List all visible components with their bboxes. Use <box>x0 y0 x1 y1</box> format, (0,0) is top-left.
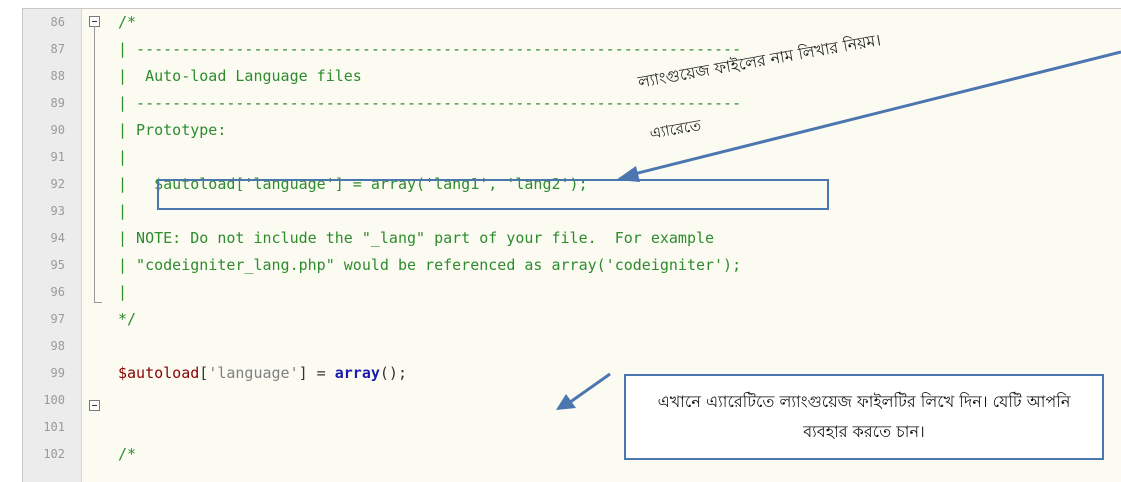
code-token: /* <box>118 445 137 463</box>
code-token: | <box>118 148 128 166</box>
line-number: 90 <box>50 123 65 137</box>
code-token: | NOTE: Do not include the "_lang" part … <box>118 229 715 247</box>
line-number: 88 <box>50 69 65 83</box>
line-number: 100 <box>43 393 65 407</box>
code-token: | <box>118 202 128 220</box>
code-token: [ <box>199 364 209 382</box>
code-line[interactable]: 96 | <box>23 280 1121 304</box>
line-number: 93 <box>50 204 65 218</box>
line-number: 91 <box>50 150 65 164</box>
code-text[interactable]: | <box>118 199 127 223</box>
code-text[interactable]: | <box>118 145 127 169</box>
code-line[interactable]: 98 <box>23 334 1121 358</box>
code-line[interactable]: 94 | NOTE: Do not include the "_lang" par… <box>23 226 1121 250</box>
line-number: 86 <box>50 15 65 29</box>
line-number: 87 <box>50 42 65 56</box>
code-text[interactable]: | "codeigniter_lang.php" would be refere… <box>118 253 741 277</box>
line-number: 94 <box>50 231 65 245</box>
fold-collapse-icon[interactable] <box>89 400 100 411</box>
code-text[interactable]: /* <box>118 442 136 466</box>
code-text[interactable]: | <box>118 280 127 304</box>
code-line[interactable]: 88 | Auto-load Language files <box>23 64 1121 88</box>
code-token: | <box>118 283 128 301</box>
line-number: 96 <box>50 285 65 299</box>
line-number: 97 <box>50 312 65 326</box>
code-token: /* <box>118 13 137 31</box>
line-number: 92 <box>50 177 65 191</box>
code-token: | "codeigniter_lang.php" would be refere… <box>118 256 742 274</box>
code-token: | Prototype: <box>118 121 227 139</box>
line-number: 95 <box>50 258 65 272</box>
line-number: 98 <box>50 339 65 353</box>
prototype-highlight-box <box>157 179 829 210</box>
code-token: (); <box>379 364 407 382</box>
usage-callout: এখানে এ্যারেটিতে ল্যাংগুয়েজ ফাইলটির লিখ… <box>624 374 1104 460</box>
line-number: 101 <box>43 420 65 434</box>
code-text[interactable]: $autoload['language'] = array(); <box>118 361 407 385</box>
code-token: 'language' <box>208 364 299 382</box>
code-token: array <box>334 364 380 382</box>
code-token: */ <box>118 310 137 328</box>
code-text[interactable]: | NOTE: Do not include the "_lang" part … <box>118 226 714 250</box>
code-text[interactable]: | Auto-load Language files <box>118 64 362 88</box>
code-line[interactable]: 91 | <box>23 145 1121 169</box>
code-line[interactable]: 90 | Prototype: <box>23 118 1121 142</box>
code-line[interactable]: 97 */ <box>23 307 1121 331</box>
code-token: | --------------------------------------… <box>118 94 742 112</box>
code-text[interactable]: /* <box>118 10 136 34</box>
code-line[interactable]: 89 | ------------------------------------… <box>23 91 1121 115</box>
fold-end-marker <box>94 302 102 303</box>
code-text[interactable]: */ <box>118 307 136 331</box>
code-token: | --------------------------------------… <box>118 40 742 58</box>
code-token: ] = <box>298 364 335 382</box>
fold-guide-line <box>94 26 95 302</box>
code-text[interactable]: | --------------------------------------… <box>118 37 741 61</box>
line-number: 99 <box>50 366 65 380</box>
code-token: $autoload <box>118 364 200 382</box>
code-line[interactable]: 95 | "codeigniter_lang.php" would be refe… <box>23 253 1121 277</box>
line-number: 102 <box>43 447 65 461</box>
line-number: 89 <box>50 96 65 110</box>
code-token: | Auto-load Language files <box>118 67 362 85</box>
code-text[interactable]: | Prototype: <box>118 118 226 142</box>
